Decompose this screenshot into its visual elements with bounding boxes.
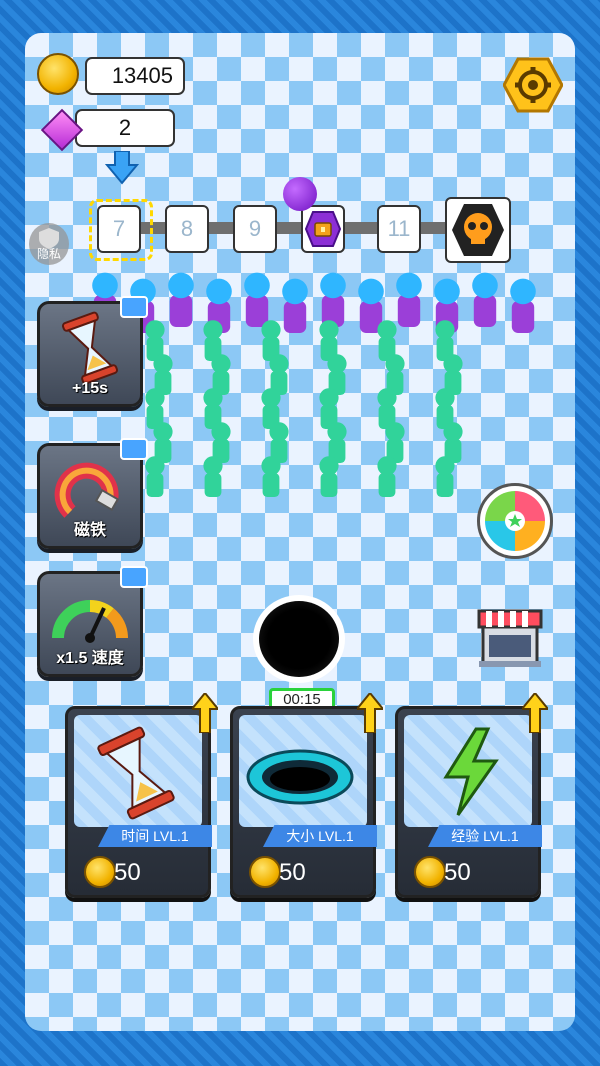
settings-button[interactable] xyxy=(502,57,564,113)
coin-icon xyxy=(37,53,79,95)
powerup-label: x1.5 速度 xyxy=(56,650,124,667)
crowd-figure xyxy=(377,456,397,497)
gear-icon xyxy=(502,57,564,113)
upgrade-arrow-icon xyxy=(522,693,548,733)
crowd-figure xyxy=(319,456,339,497)
crowd-figure xyxy=(203,456,223,497)
wheel-icon xyxy=(485,491,545,551)
powerup-label: 磁铁 xyxy=(73,522,106,539)
upgrade-level: 经验 LVL.1 xyxy=(428,825,542,847)
shop-button[interactable] xyxy=(475,601,545,669)
hourglass-icon xyxy=(61,311,119,385)
enemy-boss-orb xyxy=(283,177,317,211)
level-track xyxy=(105,222,495,234)
lightning-icon xyxy=(443,727,499,816)
level-node: 8 xyxy=(165,205,209,253)
upgrade-price: 50 xyxy=(444,859,471,886)
spin-wheel-button[interactable] xyxy=(477,483,553,559)
magnet-button[interactable]: 磁铁 xyxy=(37,438,148,549)
chest-icon xyxy=(305,211,341,247)
upgrade-card-time[interactable]: 时间 LVL.1 50 xyxy=(65,693,218,898)
skull-icon xyxy=(452,204,504,256)
privacy-button[interactable]: 隐私 xyxy=(29,223,69,265)
hole-icon xyxy=(246,749,354,805)
crowd-figure xyxy=(261,456,281,497)
hourglass-icon xyxy=(97,726,175,820)
level-node: 11 xyxy=(377,205,421,253)
crowd-figure xyxy=(472,272,498,327)
upgrade-card-exp[interactable]: 经验 LVL.1 50 xyxy=(395,693,548,898)
game-frame: 13405 2 隐私 7 8 9 11 +15s 磁铁 x1.5 速度 00:1… xyxy=(25,33,575,1031)
coin-icon xyxy=(84,856,116,888)
speed-button[interactable]: x1.5 速度 xyxy=(37,566,148,677)
upgrade-price: 50 xyxy=(114,859,141,886)
upgrade-card-size[interactable]: 大小 LVL.1 50 xyxy=(230,693,383,898)
privacy-label: 隐私 xyxy=(36,247,61,261)
upgrade-level: 时间 LVL.1 xyxy=(98,825,212,847)
down-arrow-icon xyxy=(105,151,139,185)
green-crowd xyxy=(145,320,463,497)
crowd-figure xyxy=(510,278,536,333)
coin-count: 13405 xyxy=(85,57,185,95)
chest-level-node xyxy=(301,205,345,253)
coin-icon xyxy=(249,856,281,888)
level-node: 9 xyxy=(233,205,277,253)
gem-count: 2 xyxy=(75,109,175,147)
crowd-figure xyxy=(145,456,165,497)
upgrade-arrow-icon xyxy=(192,693,218,733)
upgrade-level: 大小 LVL.1 xyxy=(263,825,377,847)
upgrade-arrow-icon xyxy=(357,693,383,733)
upgrade-price: 50 xyxy=(279,859,306,886)
crowd-figure xyxy=(435,456,455,497)
black-hole[interactable] xyxy=(253,595,345,683)
time-boost-button[interactable]: +15s xyxy=(37,296,148,407)
coin-icon xyxy=(414,856,446,888)
boss-level-node xyxy=(445,197,511,263)
powerup-label: +15s xyxy=(71,380,109,397)
level-node: 7 xyxy=(97,205,141,253)
